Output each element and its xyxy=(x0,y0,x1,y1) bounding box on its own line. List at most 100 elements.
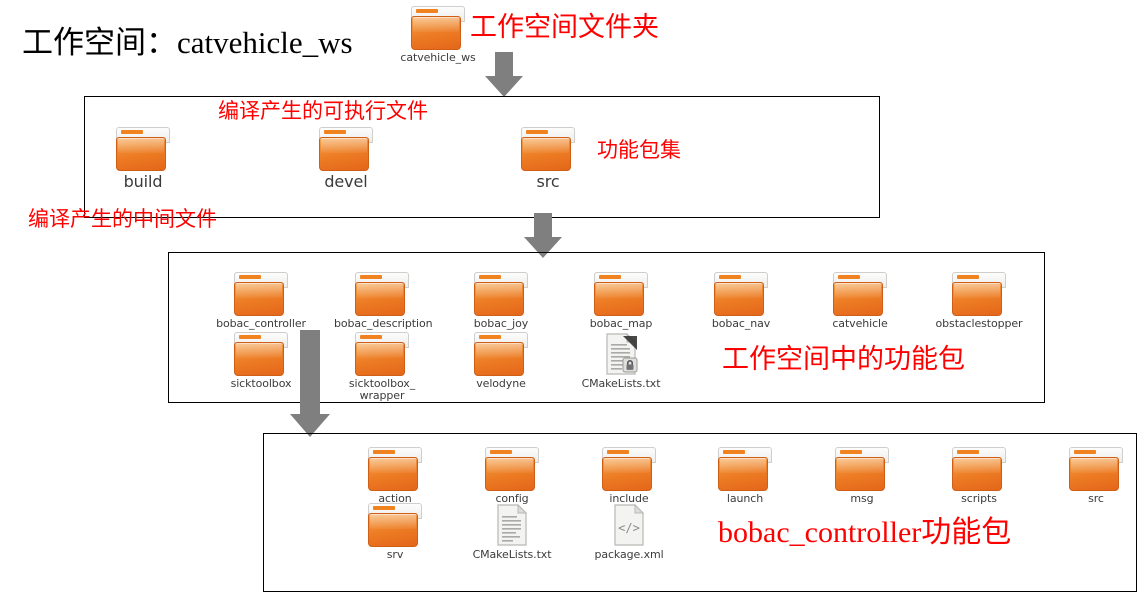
folder-icon-strip xyxy=(479,275,501,279)
diagram-canvas: 工作空间：catvehicle_ws catvehicle_ws 工作空间文件夹… xyxy=(0,0,1139,592)
list-item-label: obstaclestopper xyxy=(935,317,1023,330)
folder-icon-strip xyxy=(360,275,382,279)
list-item-label: bobac_joy xyxy=(473,317,529,330)
list-item-cmakelists-package[interactable]: CMakeLists.txt xyxy=(464,503,560,561)
folder-icon-strip xyxy=(490,450,512,454)
xml-code-file-icon: </> xyxy=(602,503,656,547)
folder-icon-gloss xyxy=(118,138,164,153)
folder-icon-strip xyxy=(373,450,395,454)
folder-icon-strip xyxy=(373,506,395,510)
list-item-label: sicktoolbox_ wrapper xyxy=(348,377,416,402)
folder-icon xyxy=(319,127,373,171)
list-item-label: launch xyxy=(726,492,764,505)
list-item-src[interactable]: src xyxy=(500,127,596,191)
list-item-src-package[interactable]: src xyxy=(1048,447,1139,505)
folder-icon-strip xyxy=(838,275,860,279)
page-title: 工作空间：catvehicle_ws xyxy=(22,17,353,62)
folder-icon xyxy=(485,447,539,491)
list-item-msg[interactable]: msg xyxy=(814,447,910,505)
list-item-label: CMakeLists.txt xyxy=(581,377,661,390)
page-title-prefix: 工作空间： xyxy=(22,25,177,60)
folder-icon xyxy=(474,272,528,316)
folder-icon xyxy=(474,332,528,376)
folder-icon xyxy=(1069,447,1123,491)
folder-icon-gloss xyxy=(604,458,650,473)
folder-icon xyxy=(952,447,1006,491)
folder-icon-gloss xyxy=(835,283,881,298)
list-item-cmakelists-src[interactable]: CMakeLists.txt xyxy=(573,332,669,390)
folder-icon-gloss xyxy=(720,458,766,473)
annotation-workspace-packages: 工作空间中的功能包 xyxy=(722,344,965,374)
list-item-label: build xyxy=(123,172,163,191)
list-item-bobac-nav[interactable]: bobac_nav xyxy=(693,272,789,330)
folder-icon-strip xyxy=(599,275,621,279)
folder-icon-strip xyxy=(416,9,438,13)
list-item-label: bobac_description xyxy=(334,317,433,330)
folder-icon-gloss xyxy=(321,138,367,153)
list-item-scripts[interactable]: scripts xyxy=(931,447,1027,505)
folder-icon-strip xyxy=(479,335,501,339)
list-item-label: scripts xyxy=(961,492,997,505)
folder-icon xyxy=(234,332,288,376)
folder-icon xyxy=(718,447,772,491)
list-item-sicktoolbox-wrapper[interactable]: sicktoolbox_ wrapper xyxy=(334,332,430,402)
folder-icon-strip xyxy=(840,450,862,454)
list-item-launch[interactable]: launch xyxy=(697,447,793,505)
folder-icon xyxy=(411,6,465,50)
list-item-build[interactable]: build xyxy=(95,127,191,191)
list-item-label: CMakeLists.txt xyxy=(472,548,552,561)
list-item-catvehicle[interactable]: catvehicle xyxy=(812,272,908,330)
folder-icon xyxy=(368,447,422,491)
folder-icon-gloss xyxy=(357,343,403,358)
text-file-icon xyxy=(485,503,539,547)
list-item-label: catvehicle_ws xyxy=(400,51,476,64)
folder-icon-gloss xyxy=(596,283,642,298)
annotation-bobac-controller-package: bobac_controller功能包 xyxy=(718,516,1012,549)
folder-icon xyxy=(116,127,170,171)
folder-icon-gloss xyxy=(476,283,522,298)
list-item-label: catvehicle xyxy=(832,317,888,330)
folder-icon xyxy=(521,127,575,171)
folder-icon-strip xyxy=(1074,450,1096,454)
folder-icon xyxy=(594,272,648,316)
list-item-include[interactable]: include xyxy=(581,447,677,505)
folder-icon-gloss xyxy=(487,458,533,473)
folder-icon xyxy=(355,332,409,376)
svg-text:</>: </> xyxy=(618,521,640,535)
annotation-package-set: 功能包集 xyxy=(597,138,681,162)
list-item-label: bobac_map xyxy=(589,317,653,330)
folder-icon xyxy=(952,272,1006,316)
folder-icon-gloss xyxy=(413,17,459,32)
folder-icon xyxy=(368,503,422,547)
list-item-config[interactable]: config xyxy=(464,447,560,505)
folder-icon xyxy=(355,272,409,316)
folder-icon xyxy=(835,447,889,491)
folder-icon xyxy=(714,272,768,316)
folder-icon-strip xyxy=(239,335,261,339)
list-item-bobac-controller[interactable]: bobac_controller xyxy=(213,272,309,330)
folder-icon-strip xyxy=(324,130,346,134)
folder-icon-strip xyxy=(121,130,143,134)
list-item-velodyne[interactable]: velodyne xyxy=(453,332,549,390)
folder-icon-gloss xyxy=(236,283,282,298)
folder-icon-gloss xyxy=(476,343,522,358)
list-item-devel[interactable]: devel xyxy=(298,127,394,191)
folder-icon xyxy=(602,447,656,491)
folder-icon-strip xyxy=(723,450,745,454)
folder-icon-strip xyxy=(526,130,548,134)
folder-icon xyxy=(234,272,288,316)
list-item-bobac-map[interactable]: bobac_map xyxy=(573,272,669,330)
list-item-bobac-description[interactable]: bobac_description xyxy=(334,272,433,330)
list-item-label: bobac_controller xyxy=(216,317,306,330)
folder-icon-strip xyxy=(957,275,979,279)
list-item-srv[interactable]: srv xyxy=(347,503,443,561)
list-item-label: bobac_nav xyxy=(711,317,771,330)
annotation-intermediate: 编译产生的中间文件 xyxy=(28,207,217,231)
annotation-executables: 编译产生的可执行文件 xyxy=(218,99,428,123)
arrow-root-to-workspace xyxy=(485,52,523,97)
list-item-action[interactable]: action xyxy=(347,447,443,505)
list-item-obstaclestopper[interactable]: obstaclestopper xyxy=(931,272,1027,330)
list-item-package-xml[interactable]: </> package.xml xyxy=(581,503,677,561)
folder-icon-gloss xyxy=(837,458,883,473)
list-item-bobac-joy[interactable]: bobac_joy xyxy=(453,272,549,330)
